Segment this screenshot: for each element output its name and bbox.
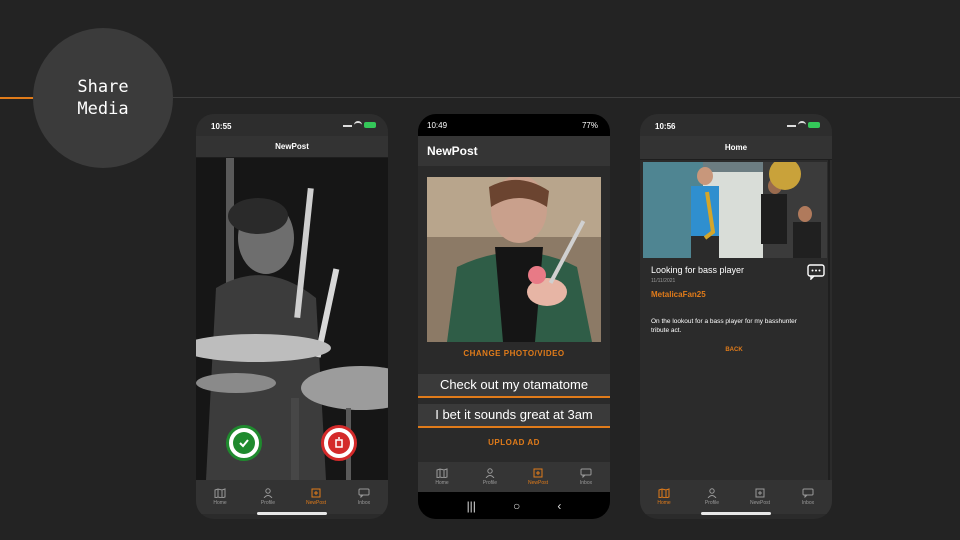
bottom-tab-bar: Home Profile NewPost Inbox bbox=[640, 480, 832, 514]
band-photo bbox=[643, 162, 827, 258]
upload-ad-button[interactable]: UPLOAD AD bbox=[418, 438, 610, 447]
post-author-link[interactable]: MetalicaFan25 bbox=[651, 290, 706, 299]
app-bar-title: NewPost bbox=[196, 136, 388, 158]
app-bar-title: NewPost bbox=[418, 136, 610, 166]
map-icon bbox=[658, 488, 670, 498]
tab-label: Profile bbox=[704, 500, 720, 506]
tab-inbox[interactable]: Inbox bbox=[562, 462, 610, 492]
tab-profile[interactable]: Profile bbox=[466, 462, 514, 492]
person-icon bbox=[484, 468, 496, 478]
post-form: CHANGE PHOTO/VIDEO Check out my otamatom… bbox=[418, 166, 610, 462]
tab-newpost[interactable]: NewPost bbox=[514, 462, 562, 492]
phone-new-post-form: 10:49 77% NewPost CHANGE PHOTO/VIDEO Che… bbox=[418, 114, 610, 519]
tab-home[interactable]: Home bbox=[640, 480, 688, 514]
battery-icon bbox=[808, 122, 820, 129]
divider-rule bbox=[170, 97, 960, 98]
bottom-tab-bar: Home Profile NewPost Inbox bbox=[196, 480, 388, 514]
new-post-icon bbox=[754, 488, 766, 498]
app-bar-title: Home bbox=[640, 136, 832, 160]
tab-inbox[interactable]: Inbox bbox=[784, 480, 832, 514]
signal-icon bbox=[787, 121, 796, 127]
map-icon bbox=[214, 488, 226, 498]
home-indicator[interactable] bbox=[701, 512, 771, 515]
phone-camera-preview: 10:55 NewPost Home Profile NewPost Inbox bbox=[196, 114, 388, 519]
new-post-icon bbox=[310, 488, 322, 498]
tab-label: Inbox bbox=[801, 500, 815, 506]
wifi-icon bbox=[798, 121, 806, 127]
status-time: 10:56 bbox=[655, 122, 676, 131]
drummer-photo bbox=[196, 158, 388, 480]
battery-icon bbox=[364, 122, 376, 129]
phone-post-detail: 10:56 Home Looking for bass player 11/11… bbox=[640, 114, 832, 519]
android-nav-bar: ||| ○ ‹ bbox=[418, 492, 610, 519]
slide: Share Media 10:55 NewPost Home Profile N… bbox=[0, 0, 960, 540]
post-body: On the lookout for a bass player for my … bbox=[651, 318, 797, 334]
new-post-icon bbox=[532, 468, 544, 478]
status-bar: 10:49 77% bbox=[418, 114, 610, 136]
back-button[interactable]: BACK bbox=[640, 347, 828, 353]
caption-field[interactable]: Check out my otamatome bbox=[418, 374, 610, 398]
post-title: Looking for bass player bbox=[651, 265, 745, 275]
recent-apps-button[interactable]: ||| bbox=[467, 499, 476, 513]
tab-label: NewPost bbox=[749, 500, 770, 506]
tab-label: NewPost bbox=[527, 480, 548, 486]
home-indicator[interactable] bbox=[257, 512, 327, 515]
tab-inbox[interactable]: Inbox bbox=[340, 480, 388, 514]
selected-photo[interactable] bbox=[427, 177, 601, 342]
signal-icon bbox=[343, 121, 352, 127]
message-icon[interactable] bbox=[807, 264, 825, 280]
tab-label: Home bbox=[657, 500, 671, 506]
tab-profile[interactable]: Profile bbox=[688, 480, 736, 514]
change-photo-button[interactable]: CHANGE PHOTO/VIDEO bbox=[418, 349, 610, 358]
tab-home[interactable]: Home bbox=[196, 480, 244, 514]
tab-label: Profile bbox=[260, 500, 276, 506]
check-shield-icon bbox=[239, 439, 249, 448]
slide-title: Share Media bbox=[33, 28, 173, 168]
discard-photo-button[interactable] bbox=[321, 425, 357, 461]
discard-icon bbox=[335, 437, 343, 448]
woman-otamatone-photo bbox=[427, 177, 601, 342]
person-icon bbox=[262, 488, 274, 498]
map-icon bbox=[436, 468, 448, 478]
home-nav-button[interactable]: ○ bbox=[513, 499, 520, 513]
status-bar: 10:56 bbox=[640, 114, 832, 136]
tab-label: Inbox bbox=[357, 500, 371, 506]
post-date: 11/11/2021 bbox=[651, 278, 676, 284]
tab-label: NewPost bbox=[305, 500, 326, 506]
tab-label: Home bbox=[435, 480, 449, 486]
chat-icon bbox=[802, 488, 814, 498]
wifi-icon bbox=[354, 121, 362, 127]
tab-newpost[interactable]: NewPost bbox=[736, 480, 784, 514]
status-time: 10:55 bbox=[211, 122, 232, 131]
captured-photo bbox=[196, 158, 388, 480]
confirm-photo-button[interactable] bbox=[226, 425, 262, 461]
back-nav-button[interactable]: ‹ bbox=[557, 499, 561, 513]
tab-newpost[interactable]: NewPost bbox=[292, 480, 340, 514]
tab-profile[interactable]: Profile bbox=[244, 480, 292, 514]
tab-label: Home bbox=[213, 500, 227, 506]
description-field[interactable]: I bet it sounds great at 3am bbox=[418, 404, 610, 428]
tab-home[interactable]: Home bbox=[418, 462, 466, 492]
post-detail: Looking for bass player 11/11/2021 Metal… bbox=[640, 160, 830, 480]
chat-icon bbox=[358, 488, 370, 498]
status-bar: 10:55 bbox=[196, 114, 388, 136]
status-icons bbox=[343, 121, 376, 129]
post-photo bbox=[643, 162, 827, 258]
tab-label: Profile bbox=[482, 480, 498, 486]
status-time: 10:49 bbox=[427, 121, 448, 130]
tab-label: Inbox bbox=[579, 480, 593, 486]
person-icon bbox=[706, 488, 718, 498]
chat-icon bbox=[580, 468, 592, 478]
bottom-tab-bar: Home Profile NewPost Inbox bbox=[418, 462, 610, 492]
status-battery: 77% bbox=[581, 121, 598, 130]
status-icons bbox=[787, 121, 820, 129]
